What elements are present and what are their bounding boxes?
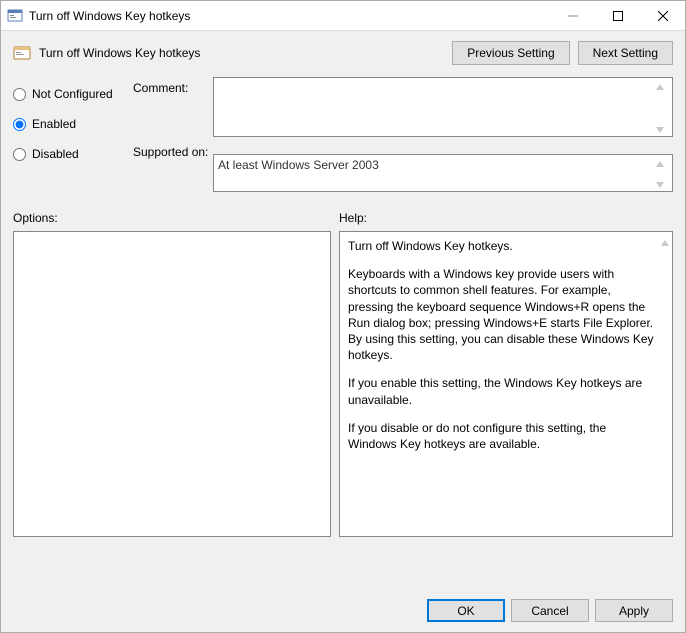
help-text: If you enable this setting, the Windows … xyxy=(348,375,654,407)
header-row: Turn off Windows Key hotkeys Previous Se… xyxy=(1,31,685,71)
radio-disabled-label: Disabled xyxy=(32,147,79,161)
comment-label: Comment: xyxy=(133,77,213,137)
options-panel xyxy=(13,231,331,537)
app-icon xyxy=(7,8,23,24)
radio-disabled-input[interactable] xyxy=(13,148,26,161)
minimize-button[interactable] xyxy=(550,1,595,30)
supported-on-textarea[interactable] xyxy=(213,154,673,192)
apply-button[interactable]: Apply xyxy=(595,599,673,622)
titlebar[interactable]: Turn off Windows Key hotkeys xyxy=(1,1,685,31)
cancel-button[interactable]: Cancel xyxy=(511,599,589,622)
state-radio-group: Not Configured Enabled Disabled xyxy=(13,77,133,197)
radio-not-configured[interactable]: Not Configured xyxy=(13,87,133,101)
next-setting-button[interactable]: Next Setting xyxy=(578,41,673,65)
options-label: Options: xyxy=(13,211,339,225)
help-panel[interactable]: Turn off Windows Key hotkeys. Keyboards … xyxy=(339,231,673,537)
help-text: Turn off Windows Key hotkeys. xyxy=(348,238,654,254)
supported-label: Supported on: xyxy=(133,137,213,197)
ok-button[interactable]: OK xyxy=(427,599,505,622)
maximize-button[interactable] xyxy=(595,1,640,30)
header-title: Turn off Windows Key hotkeys xyxy=(39,46,444,60)
help-text: Keyboards with a Windows key provide use… xyxy=(348,266,654,363)
help-text: If you disable or do not configure this … xyxy=(348,420,654,452)
previous-setting-button[interactable]: Previous Setting xyxy=(452,41,569,65)
scroll-up-icon xyxy=(660,236,670,250)
help-label: Help: xyxy=(339,211,367,225)
window-title: Turn off Windows Key hotkeys xyxy=(29,9,550,23)
radio-enabled-input[interactable] xyxy=(13,118,26,131)
radio-enabled[interactable]: Enabled xyxy=(13,117,133,131)
dialog-window: Turn off Windows Key hotkeys Turn off Wi… xyxy=(0,0,686,633)
close-button[interactable] xyxy=(640,1,685,30)
radio-not-configured-input[interactable] xyxy=(13,88,26,101)
footer: OK Cancel Apply xyxy=(1,585,685,632)
comment-textarea[interactable] xyxy=(213,77,673,137)
policy-icon xyxy=(13,44,31,62)
radio-disabled[interactable]: Disabled xyxy=(13,147,133,161)
radio-enabled-label: Enabled xyxy=(32,117,76,131)
radio-not-configured-label: Not Configured xyxy=(32,87,113,101)
